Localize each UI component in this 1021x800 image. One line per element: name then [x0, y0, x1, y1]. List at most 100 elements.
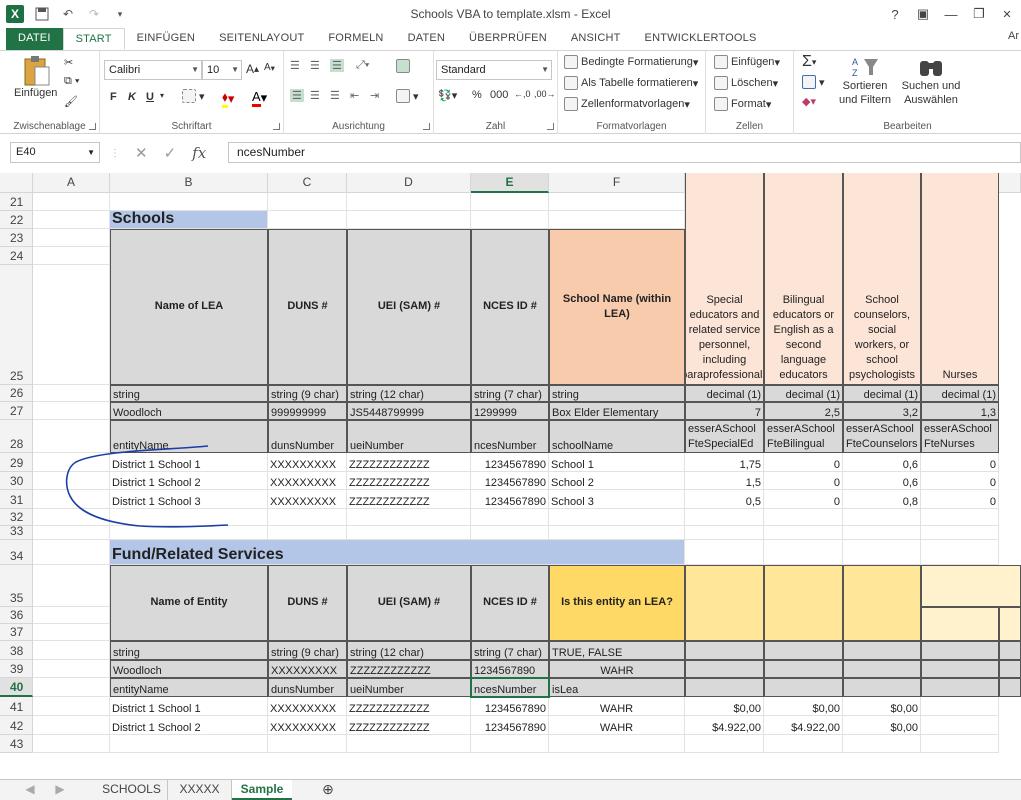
grid-cell[interactable] — [347, 193, 471, 211]
row-header-26[interactable]: 26 — [0, 385, 33, 402]
customize-qat-icon[interactable]: ▾ — [112, 6, 128, 22]
fund-data-cell[interactable]: XXXXXXXXX — [268, 716, 347, 735]
cancel-icon[interactable]: ✕ — [135, 144, 148, 162]
schools-data-cell[interactable]: XXXXXXXXX — [268, 453, 347, 472]
grid-cell[interactable] — [268, 735, 347, 753]
column-header-a[interactable]: A — [33, 173, 110, 193]
tab-insert[interactable]: EINFÜGEN — [125, 28, 207, 50]
schools-data-cell[interactable]: School 3 — [549, 490, 685, 509]
grid-cell[interactable] — [471, 193, 549, 211]
fund-data-cell[interactable]: XXXXXXXXX — [268, 697, 347, 716]
column-header-empty[interactable] — [999, 173, 1021, 193]
grid-cell[interactable] — [549, 211, 685, 229]
tab-formulas[interactable]: FORMELN — [316, 28, 395, 50]
help-button[interactable]: ? — [881, 0, 909, 28]
sort-filter-button[interactable]: AZ Sortieren und Filtern — [832, 55, 898, 107]
grid-cell[interactable] — [921, 526, 999, 540]
schools-data-cell[interactable]: 0,5 — [685, 490, 764, 509]
row-header-33[interactable]: 33 — [0, 524, 33, 540]
grid-cell[interactable] — [268, 509, 347, 526]
schools-data-cell[interactable]: 0 — [764, 490, 843, 509]
fund-data-cell[interactable]: District 1 School 2 — [110, 716, 268, 735]
bold-button[interactable]: F — [110, 91, 117, 103]
font-color-icon[interactable]: A ▾ — [252, 89, 267, 107]
wrap-text-icon[interactable] — [396, 59, 413, 73]
align-bottom-icon[interactable]: ☰ — [330, 59, 344, 72]
grid-cell[interactable] — [921, 540, 999, 565]
schools-data-cell[interactable]: 0,6 — [843, 453, 921, 472]
find-select-button[interactable]: Suchen und Auswählen — [898, 55, 964, 107]
grid-cell[interactable] — [33, 660, 110, 678]
row-header-28[interactable]: 28 — [0, 420, 33, 453]
fund-data-cell[interactable]: WAHR — [549, 697, 685, 716]
grid-cell[interactable] — [33, 540, 110, 565]
prev-sheet-icon[interactable]: ◀ — [20, 780, 40, 800]
schools-data-cell[interactable]: 0 — [764, 453, 843, 472]
grid-cell[interactable] — [33, 697, 110, 716]
format-as-table-button[interactable]: Als Tabelle formatieren ▾ — [564, 76, 698, 90]
grid-cell[interactable] — [268, 193, 347, 211]
grid-cell[interactable] — [347, 526, 471, 540]
schools-data-cell[interactable]: 1234567890 — [471, 453, 549, 472]
row-header-38[interactable]: 38 — [0, 641, 33, 660]
name-box[interactable]: E40 ▼ — [10, 142, 100, 163]
align-middle-icon[interactable]: ☰ — [310, 59, 320, 72]
sheet-tab-sample[interactable]: Sample — [232, 780, 292, 800]
tab-start[interactable]: START — [62, 28, 125, 50]
grid-cell[interactable] — [33, 735, 110, 753]
row-header-21[interactable]: 21 — [0, 193, 33, 211]
grid-cell[interactable] — [33, 624, 110, 641]
grid-cell[interactable] — [33, 193, 110, 211]
insert-cells-button[interactable]: Einfügen ▾ — [714, 55, 780, 69]
schools-data-cell[interactable]: 1234567890 — [471, 472, 549, 490]
borders-icon[interactable]: ▾ — [182, 89, 205, 103]
paste-button[interactable]: Einfügen — [14, 55, 57, 99]
grid-cell[interactable] — [33, 565, 110, 607]
fill-icon[interactable]: ▾ — [802, 75, 825, 89]
grid-cell[interactable] — [843, 509, 921, 526]
row-header-29[interactable]: 29 — [0, 453, 33, 472]
selected-cell[interactable] — [470, 677, 550, 698]
redo-icon[interactable]: ↷ — [86, 6, 102, 22]
orientation-icon[interactable]: ⤢▾ — [356, 59, 369, 72]
grid-cell[interactable] — [33, 607, 110, 624]
grid-cell[interactable] — [843, 526, 921, 540]
grid-cell[interactable] — [33, 385, 110, 402]
grid-cell[interactable] — [921, 735, 999, 753]
grid-cell[interactable] — [685, 735, 764, 753]
row-header-31[interactable]: 31 — [0, 490, 33, 509]
tab-developer[interactable]: ENTWICKLERTOOLS — [633, 28, 769, 50]
grid-cell[interactable] — [33, 678, 110, 697]
fund-data-cell[interactable]: $0,00 — [764, 697, 843, 716]
format-cells-button[interactable]: Format ▾ — [714, 97, 771, 111]
schools-data-cell[interactable]: XXXXXXXXX — [268, 472, 347, 490]
grid-cell[interactable] — [764, 509, 843, 526]
fund-data-cell[interactable]: ZZZZZZZZZZZZ — [347, 716, 471, 735]
schools-data-cell[interactable]: ZZZZZZZZZZZZ — [347, 472, 471, 490]
formula-input[interactable]: ncesNumber — [228, 142, 1021, 163]
schools-data-cell[interactable]: 1,75 — [685, 453, 764, 472]
row-header-27[interactable]: 27 — [0, 402, 33, 420]
restore-button[interactable]: ❐ — [965, 0, 993, 28]
autosum-icon[interactable]: Σ ▾ — [802, 53, 816, 71]
drag-handle-icon[interactable]: ⋮ — [110, 148, 120, 159]
grid-cell[interactable] — [110, 735, 268, 753]
add-sheet-icon[interactable]: ⊕ — [316, 780, 340, 800]
schools-data-cell[interactable]: School 1 — [549, 453, 685, 472]
fund-data-cell[interactable]: $0,00 — [685, 697, 764, 716]
next-sheet-icon[interactable]: ▶ — [50, 780, 70, 800]
grid-cell[interactable] — [685, 540, 764, 565]
grid-cell[interactable] — [347, 509, 471, 526]
fund-data-cell[interactable]: District 1 School 1 — [110, 697, 268, 716]
schools-data-cell[interactable]: School 2 — [549, 472, 685, 490]
undo-icon[interactable]: ↶ — [60, 6, 76, 22]
fund-data-cell[interactable]: 1234567890 — [471, 697, 549, 716]
grid-cell[interactable] — [33, 716, 110, 735]
clear-icon[interactable]: ◆▾ — [802, 95, 816, 108]
column-header-f[interactable]: F — [549, 173, 685, 193]
cell-styles-button[interactable]: Zellenformatvorlagen ▾ — [564, 97, 690, 111]
grid-cell[interactable] — [347, 211, 471, 229]
fund-data-cell[interactable]: $0,00 — [843, 697, 921, 716]
column-header-c[interactable]: C — [268, 173, 347, 193]
schools-data-cell[interactable]: 1,5 — [685, 472, 764, 490]
